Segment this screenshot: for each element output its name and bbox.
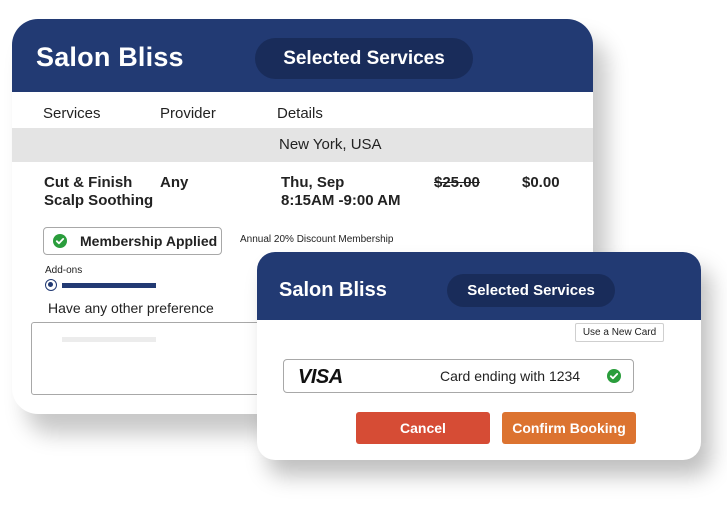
service-name: Scalp Soothing [44,192,154,209]
check-circle-icon [607,369,621,383]
confirm-booking-button[interactable]: Confirm Booking [502,412,636,444]
column-header-provider: Provider [160,105,216,122]
preference-label: Have any other preference [48,300,214,316]
cancel-button[interactable]: Cancel [356,412,490,444]
appointment-date: Thu, Sep [281,174,345,191]
use-new-card-button[interactable]: Use a New Card [575,323,664,342]
payment-card: Salon Bliss Selected Services Use a New … [257,252,701,460]
membership-badge-label: Membership Applied [80,233,218,249]
card-ending-text: Card ending with 1234 [440,368,581,384]
selected-services-tab[interactable]: Selected Services [255,38,473,79]
summary-header: Salon Bliss Selected Services [12,19,593,92]
payment-header: Salon Bliss Selected Services [257,252,701,320]
selected-services-tab[interactable]: Selected Services [447,274,615,307]
saved-card-option[interactable]: VISA Card ending with 1234 [283,359,634,393]
membership-badge: Membership Applied [43,227,222,255]
addon-radio[interactable] [45,279,57,291]
service-name: Cut & Finish [44,174,133,191]
provider-value: Any [160,174,189,191]
column-header-services: Services [43,105,101,122]
final-price: $0.00 [522,174,560,191]
preference-placeholder-line [62,337,156,342]
service-names: Cut & Finish Scalp Soothing [44,174,153,210]
brand-title: Salon Bliss [279,279,387,301]
location-text: New York, USA [279,136,382,153]
visa-logo: VISA [298,366,343,388]
discount-note: Annual 20% Discount Membership [240,234,394,245]
appointment-details: Thu, Sep 8:15AM -9:00 AM [281,174,400,210]
column-header-details: Details [277,105,323,122]
original-price: $25.00 [434,174,480,191]
appointment-time: 8:15AM -9:00 AM [281,192,401,209]
brand-title: Salon Bliss [36,42,184,72]
check-circle-icon [53,234,67,248]
addon-placeholder-bar [62,283,156,288]
addons-label: Add-ons [45,265,83,276]
